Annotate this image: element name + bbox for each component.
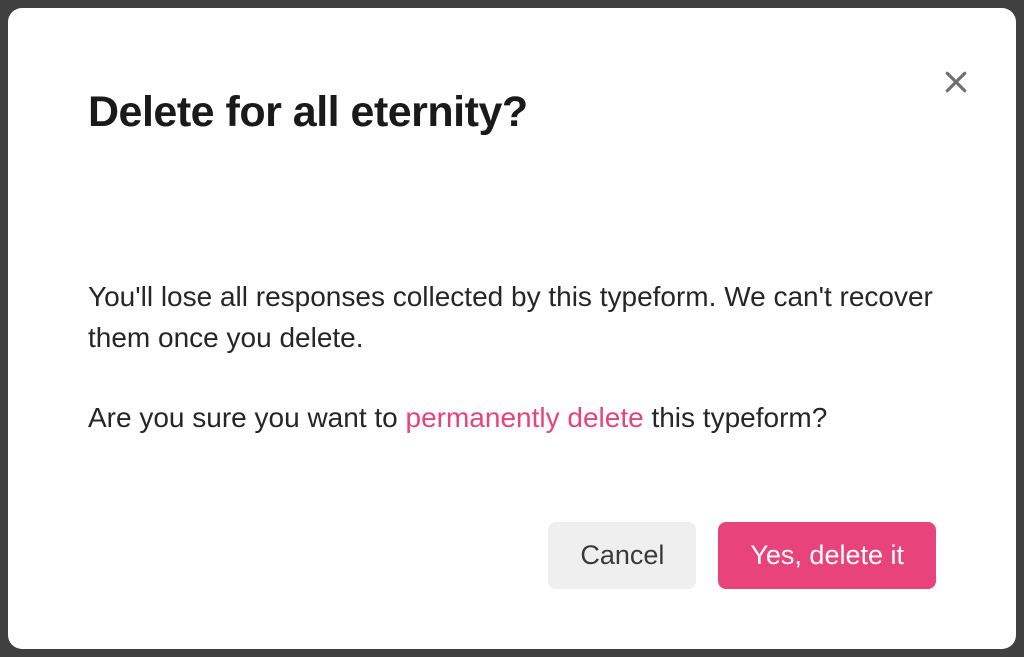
modal-footer: Cancel Yes, delete it xyxy=(88,482,936,589)
delete-confirmation-modal: Delete for all eternity? You'll lose all… xyxy=(8,8,1016,649)
confirm-suffix: this typeform? xyxy=(644,402,828,433)
confirm-prefix: Are you sure you want to xyxy=(88,402,406,433)
cancel-button[interactable]: Cancel xyxy=(548,522,696,589)
confirm-highlight: permanently delete xyxy=(406,402,644,433)
confirm-delete-button[interactable]: Yes, delete it xyxy=(718,522,936,589)
modal-warning-text: You'll lose all responses collected by t… xyxy=(88,277,936,358)
modal-title: Delete for all eternity? xyxy=(88,88,936,137)
close-icon xyxy=(941,67,971,100)
modal-confirm-question: Are you sure you want to permanently del… xyxy=(88,398,936,439)
modal-body: You'll lose all responses collected by t… xyxy=(88,277,936,439)
close-button[interactable] xyxy=(936,63,976,103)
